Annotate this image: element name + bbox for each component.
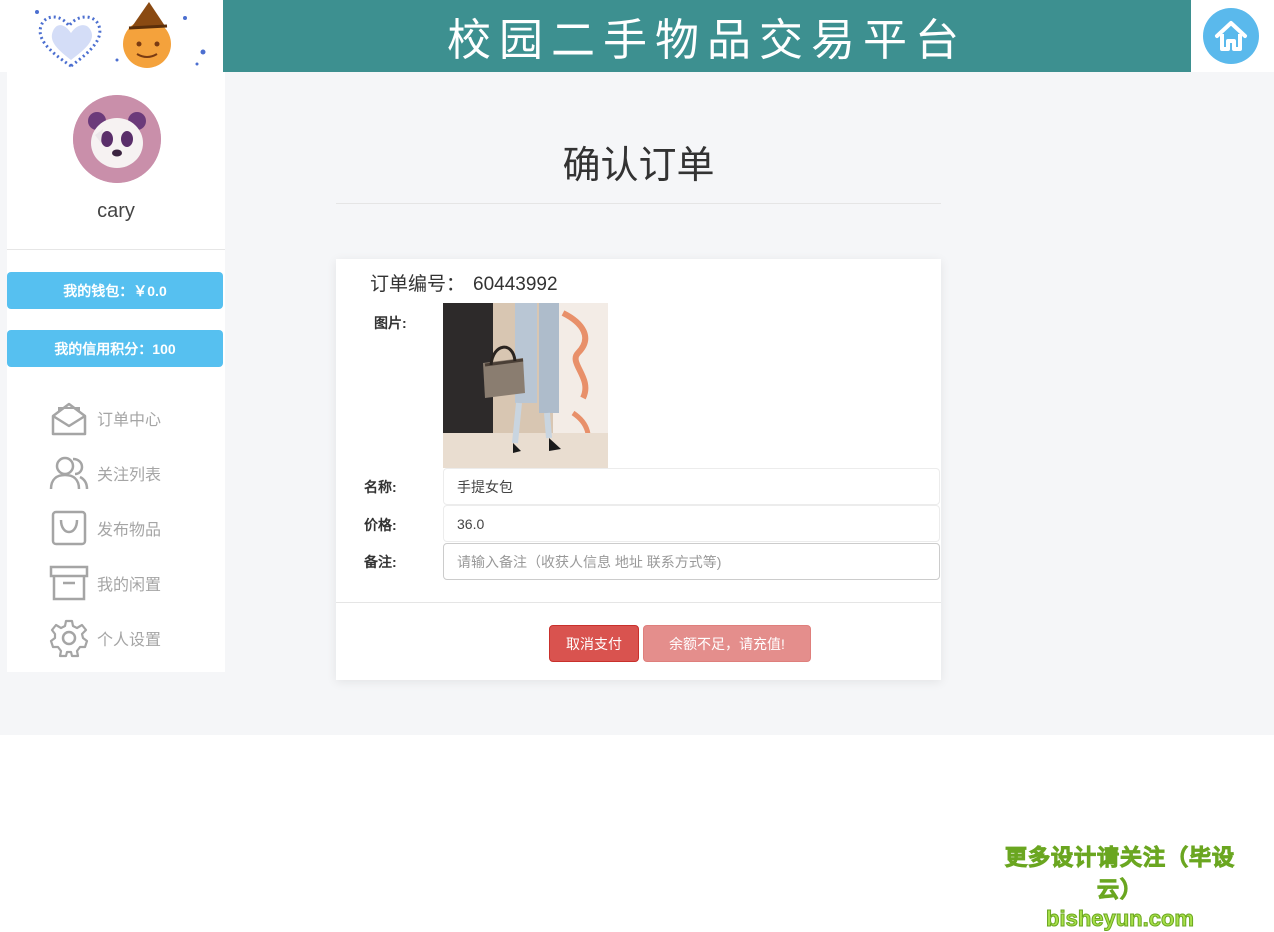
watermark-line1: 更多设计请关注（毕设云） — [1004, 845, 1235, 903]
watermark-line2: bisheyun.com — [1046, 906, 1195, 932]
name-label: 名称: — [364, 479, 397, 495]
heart-pumpkin-decoration — [7, 0, 223, 72]
watermark: 更多设计请关注（毕设云） bisheyun.com — [990, 840, 1250, 932]
sidebar-item-label: 关注列表 — [97, 466, 162, 484]
sidebar-item-settings[interactable]: 个人设置 — [49, 610, 161, 665]
sidebar: cary 我的钱包：￥0.0 我的信用积分：100 订单中心 关注列表 发布物品… — [7, 72, 225, 672]
note-label: 备注: — [364, 554, 397, 570]
site-banner: 校园二手物品交易平台 — [223, 0, 1191, 72]
home-icon — [1215, 21, 1247, 51]
product-price-field: 36.0 — [443, 505, 940, 542]
page-title: 确认订单 — [562, 145, 715, 187]
home-area — [1191, 0, 1271, 72]
avatar[interactable] — [73, 95, 161, 183]
envelope-open-icon — [51, 402, 87, 435]
users-icon — [49, 456, 89, 489]
wallet-button[interactable]: 我的钱包：￥0.0 — [7, 272, 223, 309]
sidebar-divider — [7, 249, 225, 250]
sidebar-item-label: 发布物品 — [97, 521, 162, 539]
site-title: 校园二手物品交易平台 — [447, 15, 967, 66]
sidebar-item-label: 订单中心 — [97, 411, 162, 429]
sidebar-item-publish[interactable]: 发布物品 — [49, 500, 161, 555]
recharge-button[interactable]: 余额不足，请充值! — [643, 625, 811, 662]
image-label: 图片: — [374, 315, 407, 331]
order-number: 60443992 — [473, 274, 558, 295]
order-number-label: 订单编号： — [370, 274, 466, 295]
header: 校园二手物品交易平台 — [0, 0, 1274, 72]
order-number-row: 订单编号： 60443992 — [370, 269, 558, 296]
credit-score-button[interactable]: 我的信用积分：100 — [7, 330, 223, 367]
title-divider — [336, 203, 941, 204]
price-label: 价格: — [364, 517, 397, 533]
sidebar-item-label: 个人设置 — [97, 631, 162, 649]
note-input[interactable] — [443, 543, 940, 580]
cancel-payment-button[interactable]: 取消支付 — [549, 625, 639, 662]
panda-avatar — [73, 95, 161, 183]
product-name-field: 手提女包 — [443, 468, 940, 505]
home-button[interactable] — [1203, 8, 1259, 64]
sidebar-item-following[interactable]: 关注列表 — [49, 445, 161, 500]
sidebar-item-orders[interactable]: 订单中心 — [49, 390, 161, 445]
sidebar-item-idle[interactable]: 我的闲置 — [49, 555, 161, 610]
product-image — [443, 303, 608, 468]
sidebar-menu: 订单中心 关注列表 发布物品 我的闲置 个人设置 — [49, 390, 161, 665]
username: cary — [97, 200, 135, 222]
sidebar-item-label: 我的闲置 — [97, 576, 162, 594]
gear-icon — [49, 619, 89, 657]
order-card: 订单编号： 60443992 图片: 名称: 手提女包 价格: 36.0 备注: … — [336, 259, 941, 680]
shopping-bag-icon — [51, 510, 87, 545]
archive-box-icon — [49, 565, 89, 600]
card-divider — [336, 602, 941, 603]
